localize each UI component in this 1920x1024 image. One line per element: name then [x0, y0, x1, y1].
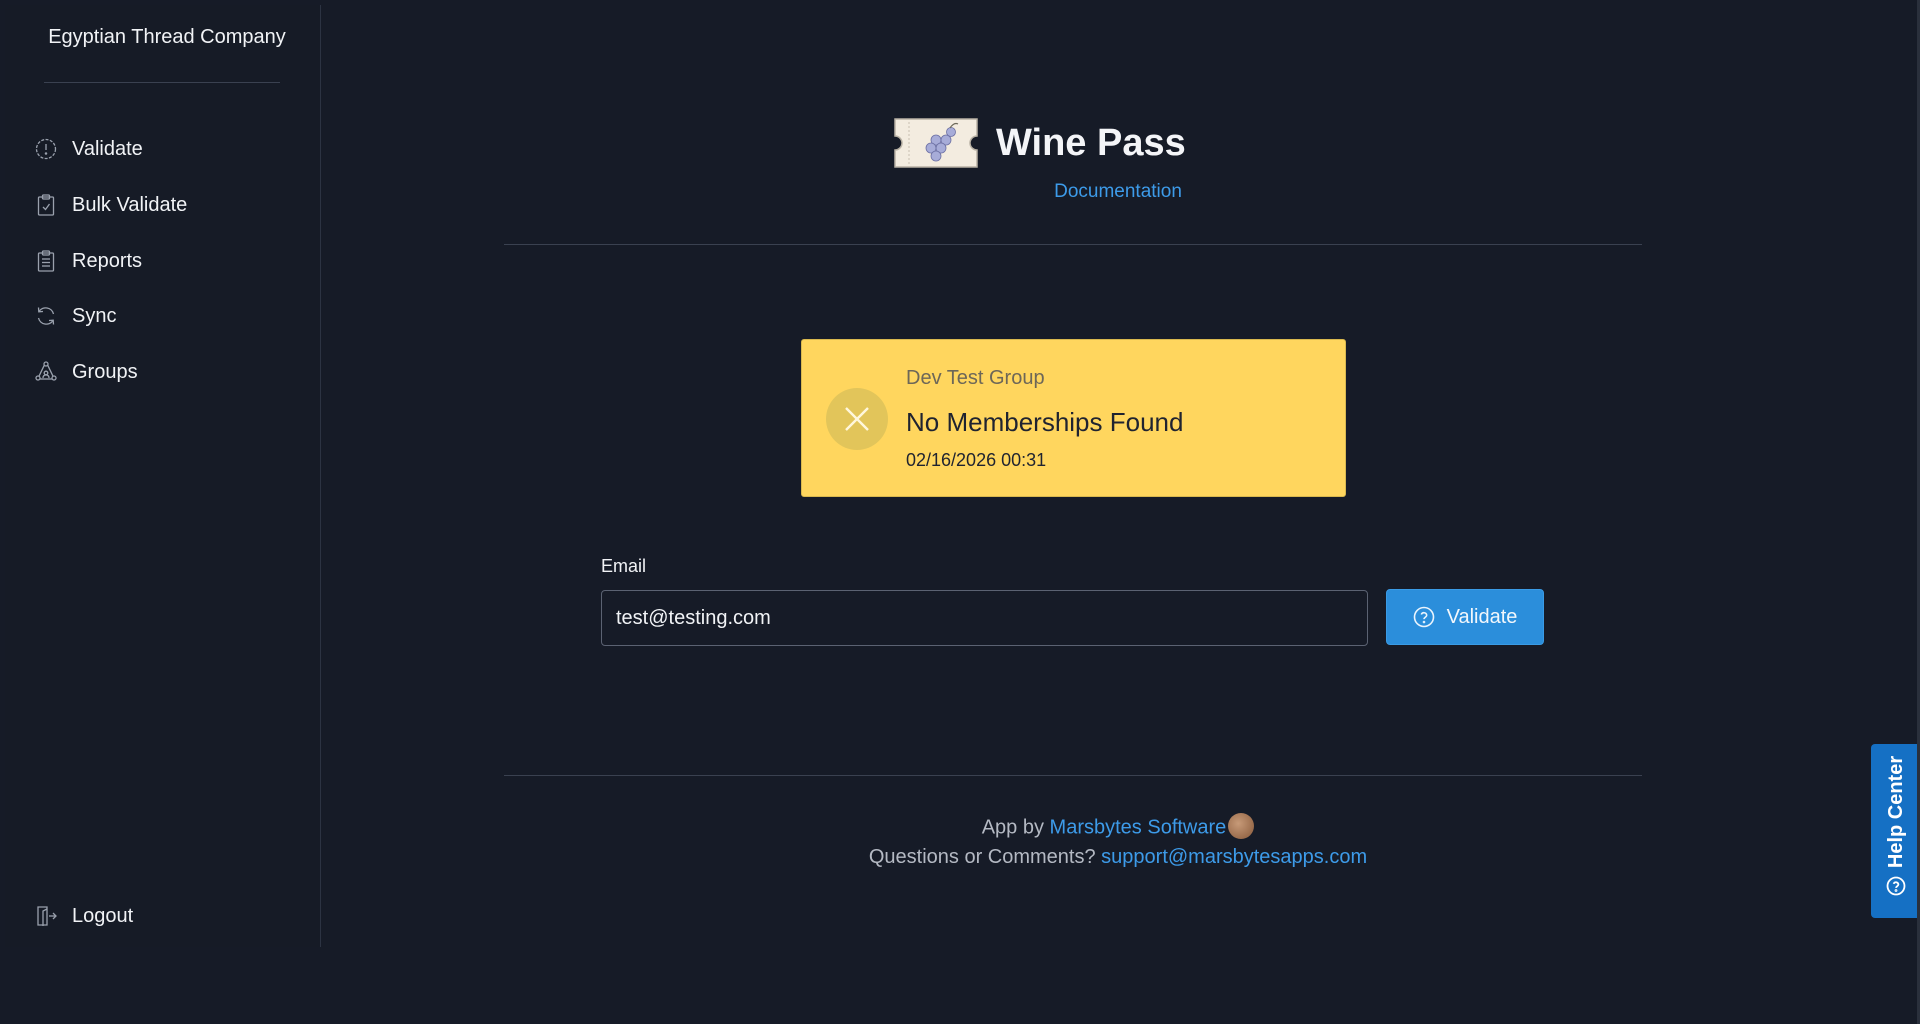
sidebar-item-label: Groups — [72, 360, 138, 383]
logout-label: Logout — [72, 904, 134, 927]
documentation-link[interactable]: Documentation — [322, 181, 1914, 203]
validate-button-label: Validate — [1446, 605, 1518, 628]
sidebar-item-validate[interactable]: Validate — [34, 129, 304, 169]
sidebar-item-reports[interactable]: Reports — [34, 241, 304, 281]
help-center-tab[interactable]: Help Center — [1871, 744, 1920, 918]
help-circle-icon — [1413, 606, 1434, 628]
footer-questions: Questions or Comments? — [868, 846, 1102, 868]
sidebar-item-sync[interactable]: Sync — [34, 296, 304, 336]
refresh-icon — [34, 304, 58, 328]
email-label: Email — [601, 556, 647, 576]
sidebar-item-label: Validate — [72, 137, 143, 160]
result-message: No Memberships Found — [906, 407, 1184, 437]
alert-circle-icon — [34, 137, 58, 161]
app-title: Wine Pass — [996, 121, 1186, 164]
network-icon — [34, 360, 58, 384]
sidebar-item-label: Reports — [72, 249, 143, 272]
close-icon — [826, 388, 888, 450]
wine-ticket-logo — [894, 118, 978, 168]
app-header: Wine Pass — [892, 113, 1332, 173]
sidebar-item-bulk-validate[interactable]: Bulk Validate — [34, 185, 304, 225]
help-center-content: Help Center — [1874, 746, 1918, 906]
footer-app-by: App by — [981, 816, 1050, 839]
clipboard-list-icon — [34, 249, 58, 273]
help-circle-icon — [1886, 876, 1906, 896]
company-link[interactable]: Marsbytes Software — [1050, 816, 1227, 838]
footer-credit: App by Marsbytes Software — [322, 813, 1914, 841]
sidebar-divider — [44, 82, 280, 83]
store-name: Egyptian Thread Company — [48, 26, 286, 48]
validate-button[interactable]: Validate — [1386, 589, 1544, 645]
help-center-label: Help Center — [1884, 755, 1907, 869]
header-divider — [504, 244, 1642, 245]
support-email-link[interactable]: support@marsbytesapps.com — [1101, 846, 1367, 868]
result-group-name: Dev Test Group — [906, 367, 1045, 389]
cookie-icon — [1228, 813, 1255, 839]
logout-button[interactable]: Logout — [34, 896, 304, 936]
footer-divider — [504, 775, 1642, 776]
sidebar: Egyptian Thread Company Validate Bulk Va… — [5, 5, 321, 947]
email-field[interactable] — [601, 590, 1368, 646]
sidebar-item-label: Sync — [72, 304, 117, 327]
validation-result-card: Dev Test Group No Memberships Found 02/1… — [801, 339, 1346, 497]
clipboard-check-icon — [34, 193, 58, 217]
main-content: Wine Pass Documentation Dev Test Group N… — [322, 0, 1914, 1024]
sidebar-item-label: Bulk Validate — [72, 193, 188, 216]
sidebar-item-groups[interactable]: Groups — [34, 352, 304, 392]
footer-support: Questions or Comments? support@marsbytes… — [322, 846, 1914, 869]
result-timestamp: 02/16/2026 00:31 — [906, 450, 1047, 470]
logout-icon — [34, 904, 58, 928]
